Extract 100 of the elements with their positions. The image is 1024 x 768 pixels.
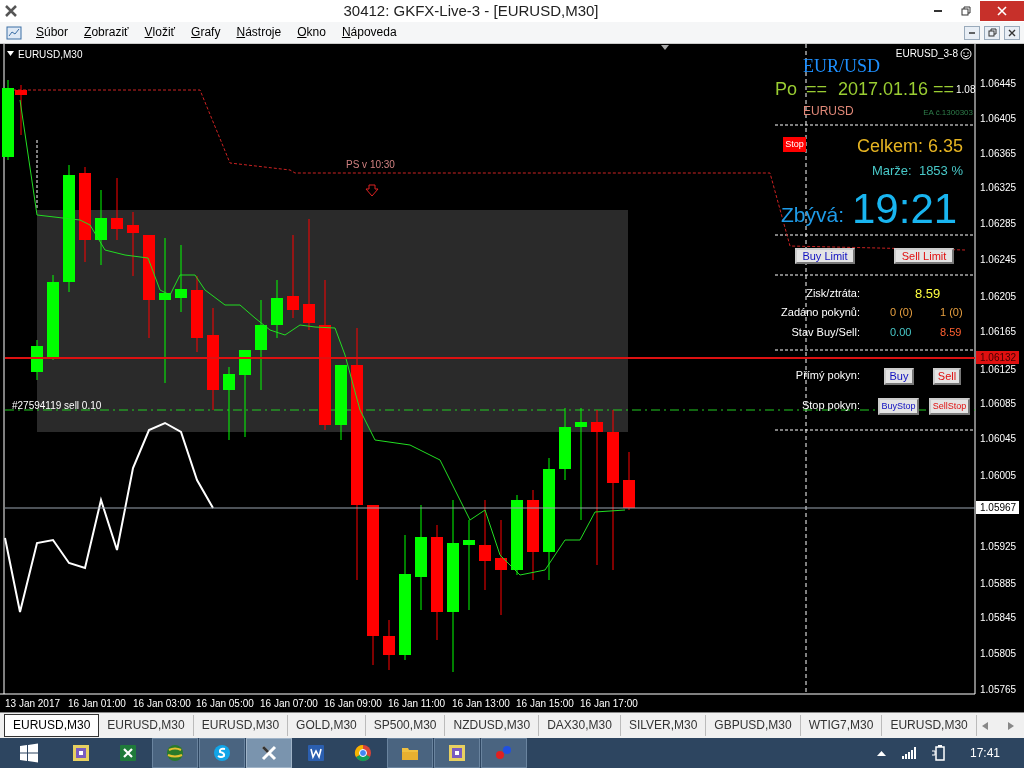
chart-tab[interactable]: EURUSD,M30	[882, 715, 977, 736]
stop-button[interactable]: Stop	[783, 137, 806, 152]
time-tick: 16 Jan 17:00	[580, 697, 638, 711]
time-marker-line	[36, 139, 38, 211]
price-tick: 1.06325	[980, 181, 1017, 195]
spreadsheet-icon	[118, 743, 138, 763]
stat-value: 0 (0)	[890, 307, 913, 318]
price-tick: 1.06125	[980, 363, 1017, 377]
time-tick: 16 Jan 05:00	[196, 697, 254, 711]
chart-tab[interactable]: SP500,M30	[365, 715, 446, 736]
clock: 17:41	[969, 745, 1000, 762]
time-tick: 13 Jan 2017	[5, 697, 61, 711]
chart-tab[interactable]: EURUSD,M30	[99, 715, 194, 736]
price-tick: 1.05925	[980, 540, 1017, 554]
time-tick: 16 Jan 15:00	[516, 697, 574, 711]
order-button[interactable]: SellStop	[929, 398, 970, 415]
mdi-close-button[interactable]	[1004, 25, 1020, 40]
chart-window-icon	[6, 25, 22, 40]
remaining-label: Zbývá:	[781, 204, 845, 225]
menu-item[interactable]: Súbor	[28, 22, 77, 43]
arrow-down-icon	[365, 184, 379, 197]
margin-label: Marže: 1853 %	[871, 164, 963, 177]
chart-tab[interactable]: GOLD,M30	[288, 715, 366, 736]
price-tick: 1.06365	[980, 147, 1017, 161]
ea-label: EA č.1300303	[923, 109, 973, 117]
chart-tab[interactable]: DAX30,M30	[539, 715, 621, 736]
menu-item[interactable]: Nástroje	[228, 22, 290, 43]
chart-tab[interactable]: WTIG7,M30	[800, 715, 883, 736]
date-label: 2017.01.16	[838, 80, 929, 98]
menu-item[interactable]: Nápoveda	[333, 22, 405, 43]
chart-tab[interactable]: NZDUSD,M30	[445, 715, 540, 736]
minimize-icon	[969, 31, 975, 34]
order-label: Stop pokyn:	[801, 400, 860, 411]
menu-item[interactable]: Vložiť	[136, 22, 184, 43]
candle	[271, 279, 283, 339]
dropdown-icon	[7, 51, 14, 56]
price-tick: 1.06205	[980, 290, 1017, 304]
time-tick: 16 Jan 03:00	[133, 697, 191, 711]
menu-item[interactable]: Grafy	[183, 22, 229, 43]
price-tick: 1.06405	[980, 112, 1017, 126]
price-label: 1.05967	[976, 501, 1020, 514]
price-label: 1.06132	[976, 351, 1020, 364]
chart-tab[interactable]: GBPUSD,M30	[706, 715, 801, 736]
day-label: Po	[775, 80, 798, 98]
menu-item[interactable]: Okno	[289, 22, 334, 43]
cross-icon	[259, 743, 279, 763]
restore-icon	[961, 6, 971, 16]
order-button[interactable]: Sell	[933, 368, 961, 385]
date-separator: ==	[933, 80, 955, 98]
order-button[interactable]: BuyStop	[878, 398, 919, 415]
mdi-minimize-button[interactable]	[964, 25, 980, 40]
candle	[623, 451, 635, 511]
time-tick: 16 Jan 11:00	[388, 697, 446, 711]
date-separator: ==	[806, 80, 828, 98]
stat-label: Zisk/ztráta:	[806, 288, 860, 299]
scroll-right-icon	[1008, 721, 1014, 730]
time-tick: 16 Jan 13:00	[452, 697, 510, 711]
tray-expand-icon	[876, 750, 886, 756]
stat-value: 0.00	[890, 327, 912, 338]
stat-value: 8.59	[940, 327, 962, 338]
time-tick: 16 Jan 09:00	[324, 697, 382, 711]
chart-title: EURUSD,M30	[18, 48, 83, 62]
close-icon	[997, 6, 1007, 16]
taskbar-app[interactable]	[387, 738, 433, 768]
order-label: Přímý pokyn:	[795, 370, 860, 381]
smiley-icon	[960, 48, 972, 60]
candle	[175, 244, 187, 313]
taskbar-app[interactable]	[199, 738, 245, 768]
stat-value: 1 (0)	[940, 307, 963, 318]
app-icon	[4, 4, 18, 18]
price-tick: 1.06285	[980, 217, 1017, 231]
scroll-left-icon	[982, 721, 988, 730]
mdi-restore-button[interactable]	[984, 25, 1000, 40]
minimize-icon	[933, 10, 943, 12]
stat-label: Stav Buy/Sell:	[791, 327, 860, 338]
trade-label: #27594119 sell 0.10	[12, 399, 102, 413]
candle	[127, 211, 139, 277]
chart-tab[interactable]: EURUSD,M30	[4, 714, 100, 737]
window-title: 30412: GKFX-Live-3 - [EURUSD,M30]	[342, 1, 600, 21]
price-tick: 1.06045	[980, 432, 1017, 446]
pair-label: EUR/USD	[803, 57, 880, 75]
chart-tab[interactable]: SILVER,M30	[620, 715, 707, 736]
price-tick: 1.06005	[980, 469, 1017, 483]
order-button[interactable]: Buy	[884, 368, 914, 385]
window-grid-icon	[447, 743, 467, 763]
order-button[interactable]: Buy Limit	[795, 248, 855, 264]
signal-icon	[901, 747, 916, 759]
taskbar-app[interactable]	[434, 738, 480, 768]
restore-icon	[987, 27, 997, 38]
price-tick: 1.06085	[980, 397, 1017, 411]
chart-tab[interactable]: EURUSD,M30	[193, 715, 289, 736]
candle	[383, 619, 395, 671]
price-tick: 1.05885	[980, 577, 1017, 591]
total-label: Celkem: 6.35	[856, 137, 963, 155]
stat-value: 8.59	[915, 287, 941, 300]
document-icon	[306, 743, 326, 763]
order-button[interactable]: Sell Limit	[894, 248, 954, 264]
menu-item[interactable]: Zobraziť	[76, 22, 137, 43]
price-tick: 1.05765	[980, 683, 1017, 697]
stat-label: Zadáno pokynů:	[781, 307, 860, 318]
